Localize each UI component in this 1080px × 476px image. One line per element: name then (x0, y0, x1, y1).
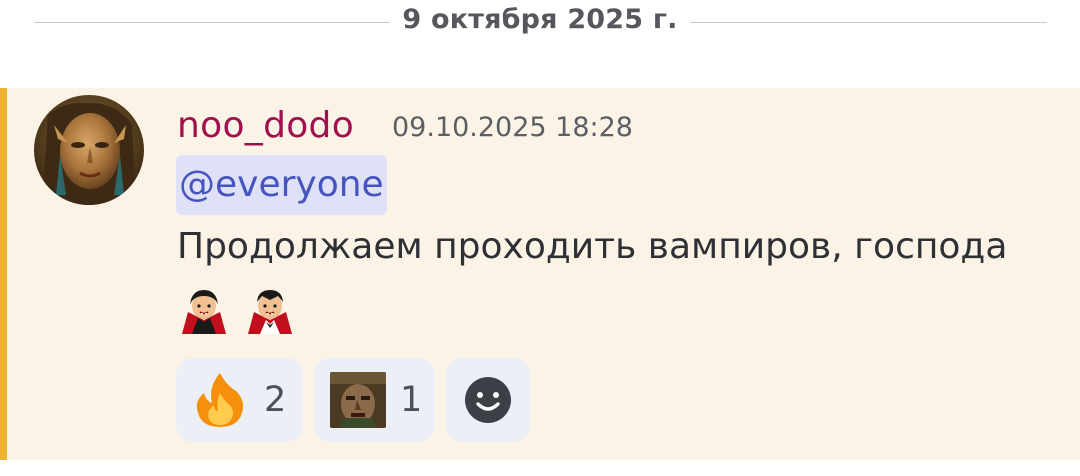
avatar[interactable] (34, 95, 144, 205)
reaction-custom-face[interactable]: 1 (314, 358, 435, 442)
message-timestamp: 09.10.2025 18:28 (392, 112, 633, 143)
zombie-face-icon (330, 372, 386, 428)
divider-line-left (34, 22, 390, 23)
date-divider-label: 9 октября 2025 г. (402, 4, 678, 35)
message-text: Продолжаем проходить вампиров, господа (177, 226, 1008, 267)
man-vampire-icon (244, 284, 296, 336)
message[interactable]: noo_dodo 09.10.2025 18:28 @everyone Прод… (0, 88, 1080, 460)
mention-highlight-bar (0, 88, 7, 460)
reaction-count: 1 (400, 380, 423, 420)
date-divider: 9 октября 2025 г. (0, 0, 1080, 48)
reaction-count: 2 (264, 380, 287, 420)
woman-vampire-icon (178, 284, 230, 336)
fire-icon (192, 371, 248, 429)
everyone-mention[interactable]: @everyone (176, 155, 387, 215)
add-reaction-icon (465, 377, 511, 423)
divider-line-right (690, 22, 1047, 23)
reaction-fire[interactable]: 2 (176, 358, 303, 442)
author-name[interactable]: noo_dodo (177, 105, 354, 146)
add-reaction-button[interactable] (446, 358, 530, 442)
